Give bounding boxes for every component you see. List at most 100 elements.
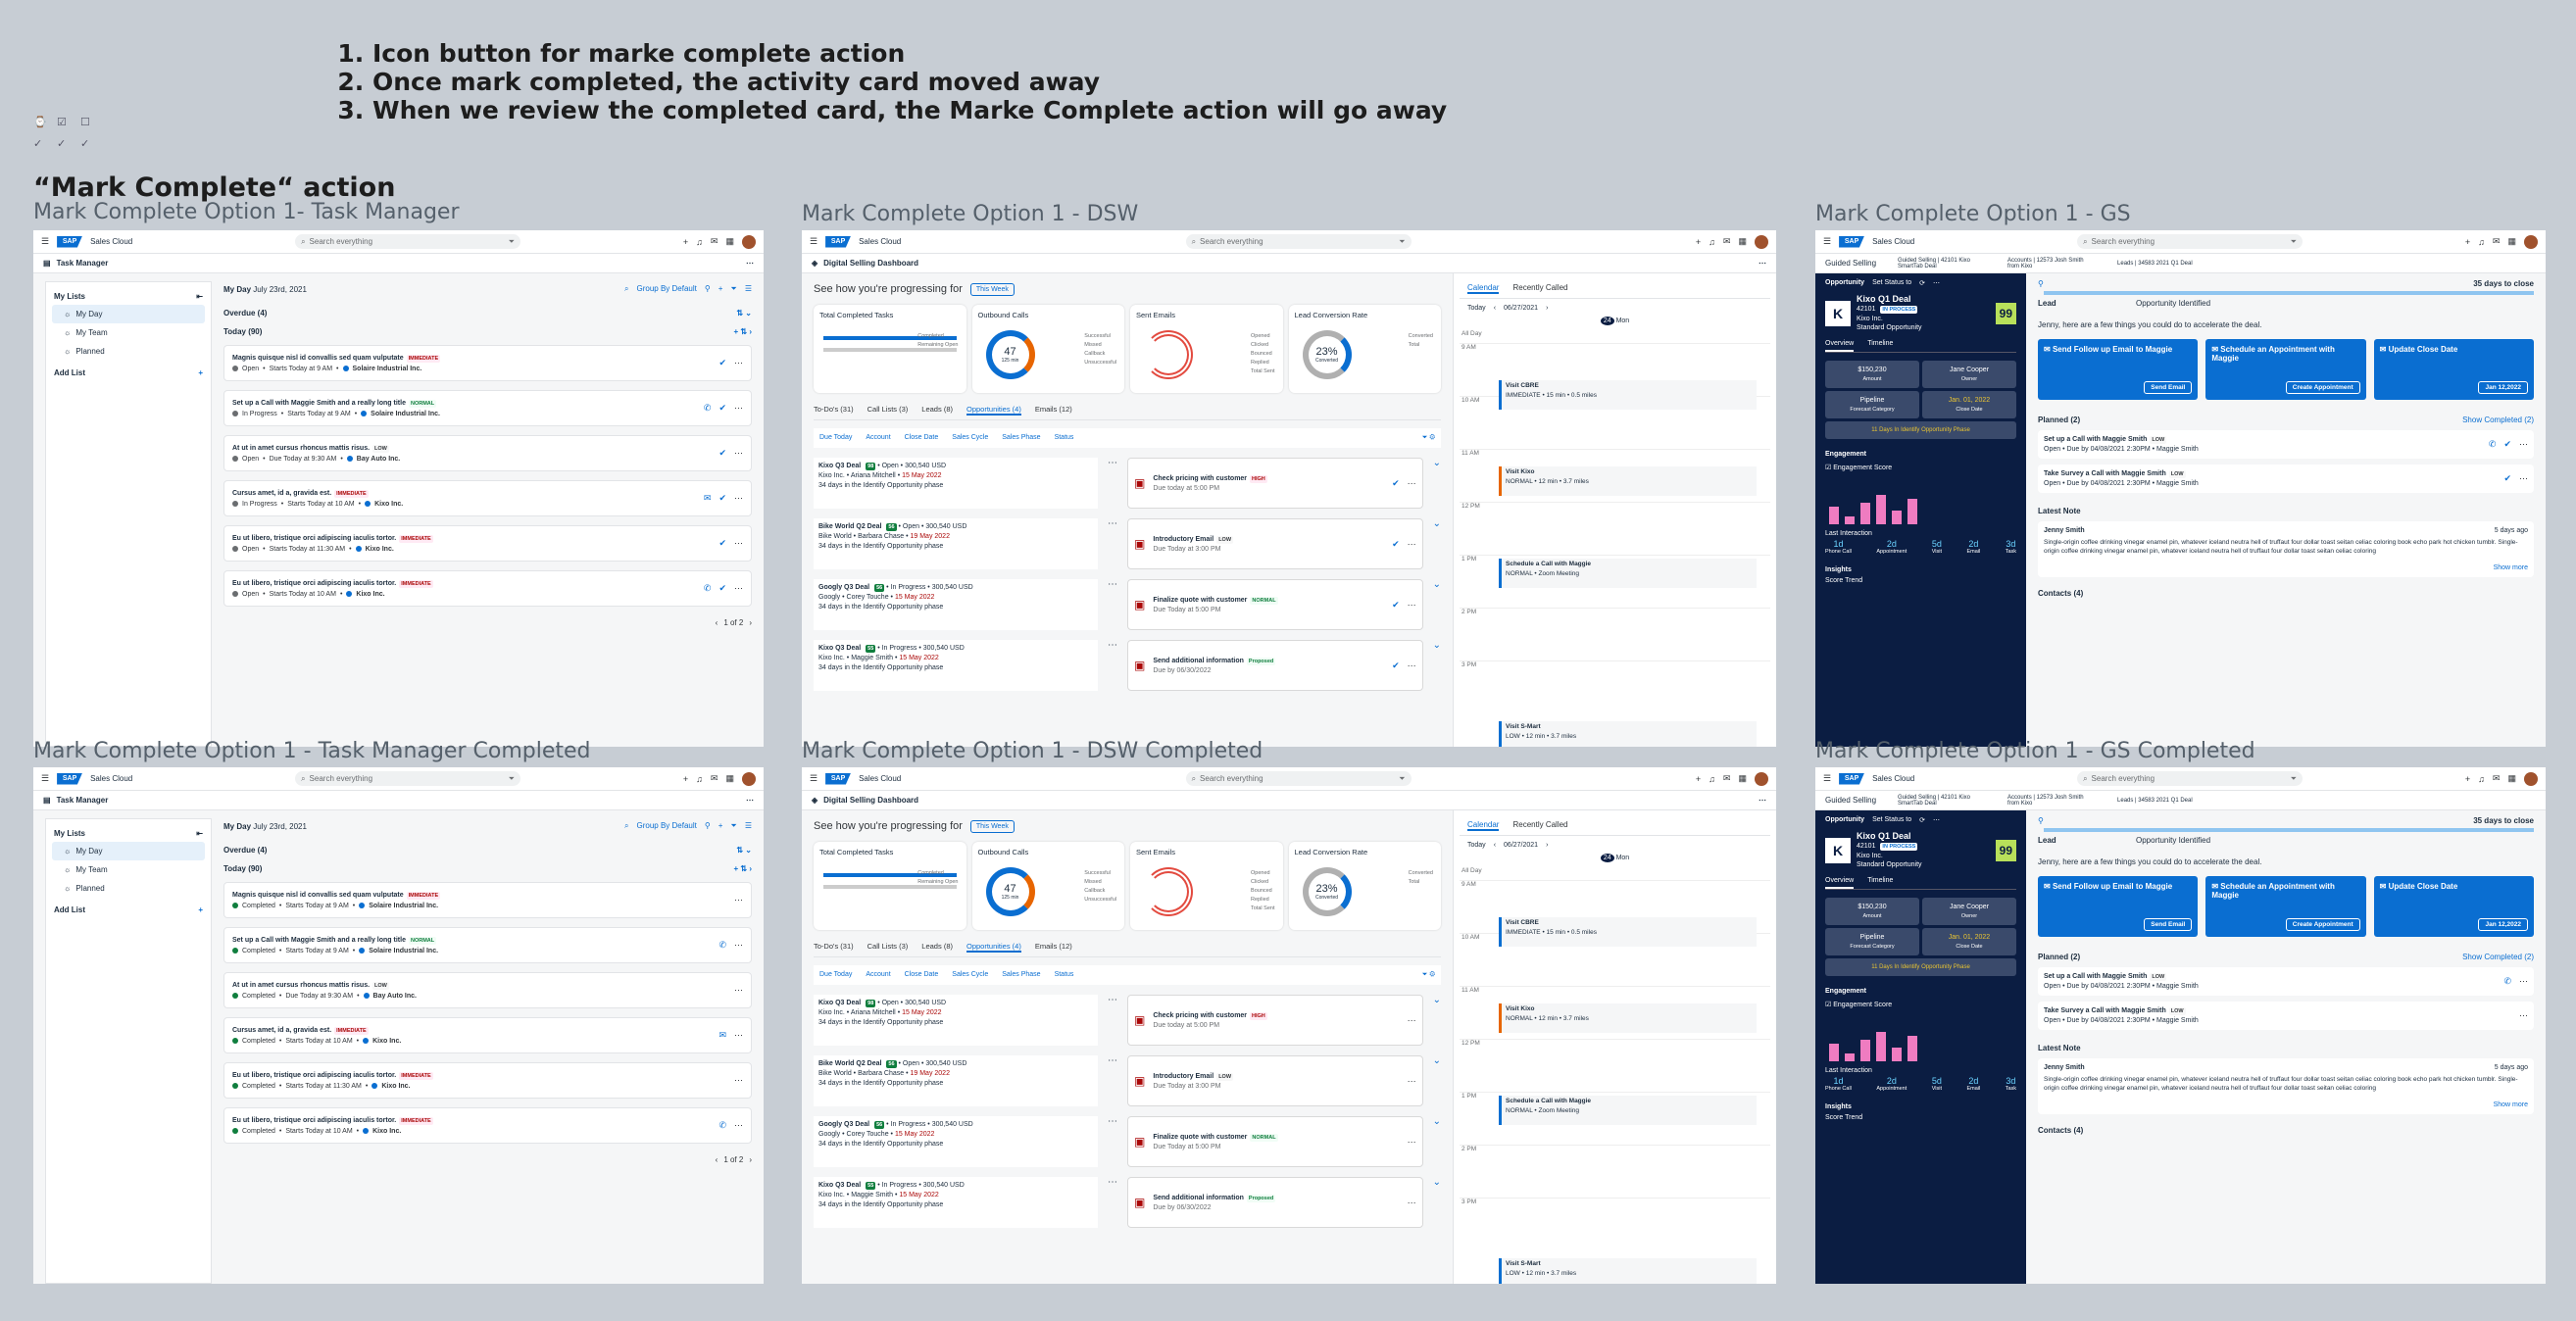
- more-icon[interactable]: ⋯: [734, 403, 743, 414]
- more-icon[interactable]: ⋯: [1759, 796, 1766, 805]
- next-icon[interactable]: ›: [1546, 305, 1548, 312]
- mark-complete-icon[interactable]: ✔: [1392, 478, 1400, 489]
- filter-icon[interactable]: ⏷: [2291, 237, 2297, 247]
- search-icon[interactable]: ⌕: [624, 821, 628, 831]
- activity-card[interactable]: ▣ Finalize quote with customer NORMAL Due …: [1127, 1116, 1423, 1167]
- object-tab[interactable]: Guided Selling | 42101 Kixo SmartTab Dea…: [1898, 258, 1986, 269]
- sidebar-list-item[interactable]: ☼ Planned: [52, 879, 205, 898]
- calendar-event[interactable]: Visit CBRE IMMEDIATE • 15 min • 0.5 miles: [1499, 917, 1757, 947]
- planned-task[interactable]: Take Survey a Call with Maggie Smith LOW O…: [2038, 465, 2534, 493]
- grid-icon[interactable]: ▦: [725, 236, 734, 247]
- expand-icon[interactable]: ⌄: [1433, 1116, 1441, 1167]
- menu-icon[interactable]: ☰: [41, 773, 49, 784]
- today-button[interactable]: Today: [1467, 842, 1486, 849]
- call-icon[interactable]: ✆: [2503, 976, 2511, 987]
- grid-icon[interactable]: ▦: [1738, 236, 1747, 247]
- call-icon[interactable]: ✆: [718, 1120, 726, 1131]
- planned-task[interactable]: Set up a Call with Maggie Smith LOW Open •…: [2038, 967, 2534, 996]
- more-icon[interactable]: ⋯: [746, 796, 754, 805]
- mark-complete-icon[interactable]: ✔: [1392, 660, 1400, 671]
- planned-task[interactable]: Take Survey a Call with Maggie Smith LOW O…: [2038, 1002, 2534, 1030]
- opportunity-row[interactable]: Googly Q3 Deal 56 • In Progress • 300,54…: [814, 579, 1441, 630]
- more-icon[interactable]: ⋯: [734, 448, 743, 459]
- next-icon[interactable]: ›: [1546, 842, 1548, 849]
- expand-icon[interactable]: ⌄: [1433, 995, 1441, 1046]
- show-more-link[interactable]: Show more: [2044, 564, 2528, 571]
- mark-complete-icon[interactable]: ✔: [2503, 473, 2511, 484]
- calendar-tab[interactable]: Calendar: [1467, 820, 1500, 831]
- opportunity-row[interactable]: Kixo Q3 Deal 98 • Open • 300,540 USD Kix…: [814, 458, 1441, 509]
- kpi-card[interactable]: Lead Conversion Rate 23% Converted Convert…: [1288, 305, 1441, 393]
- suggestion-card[interactable]: ✉ Send Follow up Email to Maggie Send Ema…: [2038, 876, 2199, 937]
- menu-icon[interactable]: ☰: [810, 773, 817, 784]
- chat-icon[interactable]: ✉: [711, 236, 718, 247]
- planned-task[interactable]: Set up a Call with Maggie Smith LOW Open •…: [2038, 430, 2534, 459]
- task-card[interactable]: Eu ut libero, tristique orci adipiscing …: [223, 525, 752, 562]
- filter-icon[interactable]: ⏷: [730, 284, 736, 294]
- more-icon[interactable]: ⋯: [1108, 1116, 1117, 1167]
- add-icon[interactable]: +: [2465, 237, 2470, 247]
- suggestion-card[interactable]: ✉ Schedule an Appointment with Maggie Cre…: [2205, 339, 2366, 400]
- time-slot[interactable]: 3 PM: [1460, 1198, 1770, 1250]
- suggestion-card[interactable]: ✉ Update Close Date Jan 12,2022: [2373, 339, 2534, 400]
- add-icon[interactable]: +: [198, 905, 203, 914]
- expand-icon[interactable]: ⌄: [1433, 640, 1441, 691]
- add-icon[interactable]: +: [718, 821, 723, 831]
- mark-complete-icon[interactable]: ✔: [718, 403, 726, 414]
- today-button[interactable]: Today: [1467, 305, 1486, 312]
- overdue-section[interactable]: Overdue (4): [223, 309, 267, 318]
- task-card[interactable]: At ut in amet cursus rhoncus mattis risu…: [223, 435, 752, 471]
- add-icon[interactable]: +: [198, 368, 203, 377]
- activity-card[interactable]: ▣ Send additional information Proposed Due…: [1127, 640, 1423, 691]
- tab[interactable]: Opportunities (4): [966, 942, 1021, 953]
- filter-select[interactable]: Sales Phase: [1002, 971, 1040, 979]
- more-icon[interactable]: ⋯: [1108, 518, 1117, 569]
- more-icon[interactable]: ⋯: [746, 259, 754, 268]
- note-card[interactable]: Jenny Smith 5 days ago Single-origin coffe…: [2038, 1058, 2534, 1114]
- tab[interactable]: To-Do's (31): [814, 405, 854, 416]
- task-card[interactable]: Magnis quisque nisl id convallis sed qua…: [223, 345, 752, 381]
- mark-complete-icon[interactable]: ✔: [1392, 600, 1400, 611]
- more-icon[interactable]: ⋯: [1408, 1015, 1416, 1026]
- mark-complete-icon[interactable]: ✔: [718, 358, 726, 368]
- filter-icon[interactable]: ⏷: [730, 821, 736, 831]
- avatar[interactable]: [2523, 771, 2538, 786]
- activity-card[interactable]: ▣ Check pricing with customer HIGH Due tod…: [1127, 995, 1423, 1046]
- chat-icon[interactable]: ✉: [2493, 773, 2501, 784]
- task-card[interactable]: Eu ut libero, tristique orci adipiscing …: [223, 1107, 752, 1144]
- task-card[interactable]: Set up a Call with Maggie Smith and a re…: [223, 390, 752, 426]
- show-completed-checkbox[interactable]: Show Completed (2): [2462, 416, 2534, 424]
- next-icon[interactable]: ›: [749, 618, 752, 627]
- opportunity-row[interactable]: Googly Q3 Deal 56 • In Progress • 300,54…: [814, 1116, 1441, 1167]
- more-icon[interactable]: ⋯: [1408, 1137, 1416, 1148]
- checkbox-icon[interactable]: ☑: [1825, 1002, 1831, 1008]
- call-icon[interactable]: ✆: [2489, 439, 2497, 450]
- activity-card[interactable]: ▣ Send additional information Proposed Due…: [1127, 1177, 1423, 1228]
- prev-icon[interactable]: ‹: [716, 1155, 718, 1164]
- object-tab[interactable]: Leads | 34583 2021 Q1 Deal: [2117, 261, 2205, 267]
- mark-complete-icon[interactable]: ✔: [718, 538, 726, 549]
- suggestion-button[interactable]: Send Email: [2144, 918, 2193, 931]
- date-picker[interactable]: 06/27/2021: [1504, 305, 1538, 312]
- more-icon[interactable]: ⋯: [1108, 458, 1117, 509]
- more-icon[interactable]: ⋯: [1408, 1198, 1416, 1208]
- filter-select[interactable]: Close Date: [905, 971, 939, 979]
- filter-icon[interactable]: ⏷: [509, 237, 515, 247]
- filter-icon[interactable]: ⏷: [509, 774, 515, 784]
- add-icon[interactable]: +: [683, 774, 688, 784]
- activity-card[interactable]: ▣ Check pricing with customer HIGH Due tod…: [1127, 458, 1423, 509]
- mark-complete-icon[interactable]: ✔: [718, 583, 726, 594]
- opportunity-row[interactable]: Bike World Q2 Deal 56 • Open • 300,540 U…: [814, 1055, 1441, 1106]
- more-icon[interactable]: ⋯: [1933, 816, 1940, 824]
- search-field[interactable]: ⌕ Search everything ⏷: [2077, 771, 2304, 786]
- call-icon[interactable]: ✆: [704, 583, 712, 594]
- note-card[interactable]: Jenny Smith 5 days ago Single-origin coffe…: [2038, 521, 2534, 577]
- sidebar-tab[interactable]: Timeline: [1867, 340, 1893, 352]
- more-icon[interactable]: ⋯: [734, 1120, 743, 1131]
- calendar-tab[interactable]: Recently Called: [1512, 283, 1567, 294]
- email-icon[interactable]: ✉: [718, 1030, 726, 1041]
- more-icon[interactable]: ⋯: [1408, 660, 1416, 671]
- filter-icon[interactable]: ⏷ ⚙: [1422, 971, 1435, 979]
- add-icon[interactable]: +: [683, 237, 688, 247]
- tab[interactable]: Call Lists (3): [867, 942, 909, 953]
